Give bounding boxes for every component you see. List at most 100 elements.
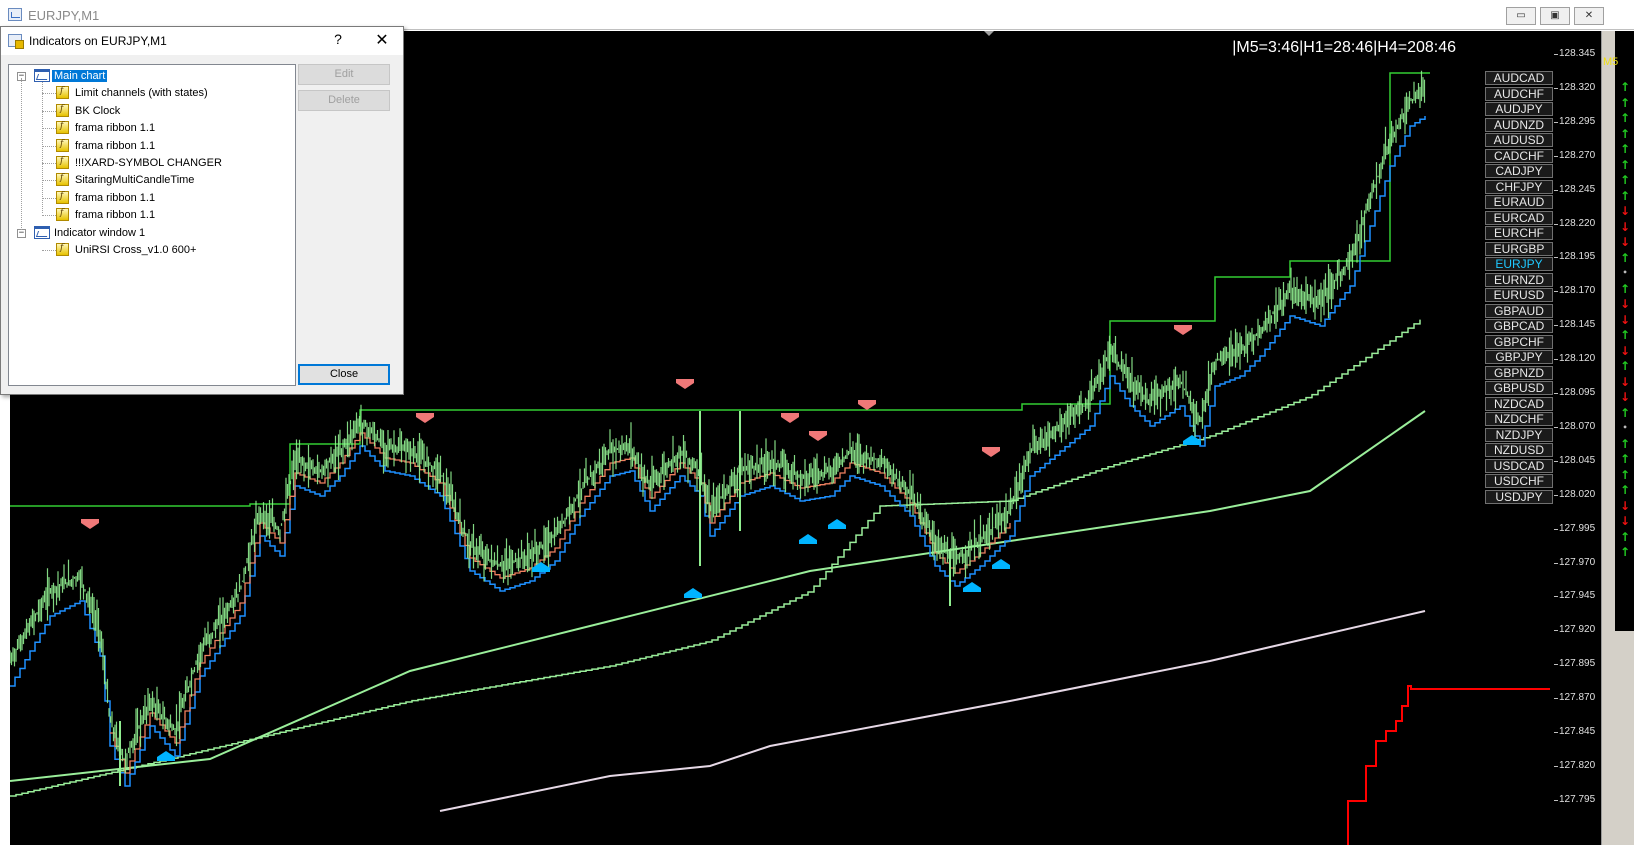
symbol-button-nzdjpy[interactable]: NZDJPY: [1485, 427, 1553, 442]
symbol-button-usdcad[interactable]: USDCAD: [1485, 458, 1553, 473]
strength-arrow-down-icon: ↓: [1619, 219, 1631, 234]
strength-arrow-up-icon: ↑: [1619, 529, 1631, 544]
price-tick-mark: [1554, 426, 1558, 428]
price-tick-label: 127.995: [1559, 522, 1596, 534]
price-tick-mark: [1554, 54, 1558, 55]
symbol-button-usdchf[interactable]: USDCHF: [1485, 474, 1553, 488]
custom-indicator-icon: [56, 103, 69, 117]
symbol-button-audjpy[interactable]: AUDJPY: [1485, 102, 1553, 116]
strength-arrow-down-icon: ↓: [1619, 498, 1631, 513]
symbol-button-gbpcad[interactable]: GBPCAD: [1485, 319, 1553, 333]
price-tick-label: 128.120: [1559, 353, 1596, 365]
strength-arrow-flat-icon: •: [1622, 268, 1628, 277]
price-tick-label: 128.170: [1559, 285, 1596, 297]
tree-node-label: !!!XARD-SYMBOL CHANGER: [75, 157, 222, 169]
buy-signal-icon: [963, 582, 981, 592]
symbol-button-audcad[interactable]: AUDCAD: [1485, 71, 1553, 85]
sell-signal-icon: [982, 447, 1000, 457]
timeframe-label: M5: [1603, 56, 1619, 68]
indicator-tree[interactable]: −Main chartLimit channels (with states) B…: [8, 64, 296, 386]
tree-window-node[interactable]: − Indicator window 1: [9, 225, 295, 242]
price-tick-mark: [1554, 765, 1558, 767]
price-tick-label: 127.870: [1559, 692, 1596, 704]
restore-button[interactable]: ▣: [1540, 7, 1570, 25]
price-tick-label: 128.295: [1559, 115, 1596, 127]
symbol-button-cadchf[interactable]: CADCHF: [1485, 148, 1553, 163]
minimize-button[interactable]: ▭: [1506, 7, 1536, 25]
price-tick-mark: [1554, 325, 1558, 327]
tree-indicator-node[interactable]: frama ribbon 1.1: [9, 120, 295, 137]
tree-connector: [42, 145, 56, 147]
price-tick-label: 128.220: [1559, 217, 1596, 229]
tree-node-label: SitaringMultiCandleTime: [75, 174, 195, 187]
price-tick-mark: [1554, 393, 1558, 394]
tree-connector: [42, 180, 56, 182]
tree-indicator-node[interactable]: Limit channels (with states): [9, 85, 295, 102]
sell-signal-icon: [81, 519, 99, 529]
price-tick-mark: [1554, 799, 1558, 801]
symbol-button-gbpnzd[interactable]: GBPNZD: [1485, 365, 1553, 380]
edit-button[interactable]: Edit: [298, 64, 390, 85]
symbol-button-nzdusd[interactable]: NZDUSD: [1485, 443, 1553, 457]
symbol-button-audchf[interactable]: AUDCHF: [1485, 86, 1553, 101]
strength-arrow-down-icon: ↓: [1619, 204, 1631, 218]
close-button[interactable]: Close: [298, 364, 390, 385]
symbol-button-eurjpy[interactable]: EURJPY: [1485, 257, 1553, 271]
symbol-button-audnzd[interactable]: AUDNZD: [1485, 117, 1553, 132]
candle-time-readout: |M5=3:46|H1=28:46|H4=208:46: [1232, 39, 1456, 56]
symbol-button-audusd[interactable]: AUDUSD: [1485, 133, 1553, 147]
tree-node-label: frama ribbon 1.1: [75, 122, 156, 135]
sell-signal-icon: [416, 413, 434, 423]
tree-connector: [42, 163, 56, 164]
symbol-button-eurusd[interactable]: EURUSD: [1485, 288, 1553, 302]
chart-window-icon: [34, 225, 50, 239]
symbol-button-eurgbp[interactable]: EURGBP: [1485, 241, 1553, 256]
price-tick-mark: [1554, 698, 1558, 700]
custom-indicator-icon: [56, 86, 69, 100]
custom-indicator-icon: [56, 156, 69, 169]
tree-node-label: BK Clock: [75, 104, 121, 117]
strength-indicator-strip: ↑ ↑ ↑ ↑ ↑ ↑ ↑ ↑ ↓ ↓ ↓ ↑ • ↑ ↓ ↓ ↑ ↓ ↑ ↓ ↓ ↑ • ↑ ↑ ↑ ↑ ↓ ↓ ↑ ↑ M5: [1601, 31, 1634, 845]
buy-signal-icon: [157, 751, 175, 761]
tree-indicator-node[interactable]: !!!XARD-SYMBOL CHANGER: [9, 155, 295, 172]
symbol-button-usdjpy[interactable]: USDJPY: [1485, 489, 1553, 504]
chart-window-icon: [34, 69, 50, 82]
price-tick-mark: [1554, 155, 1558, 157]
tree-indicator-node[interactable]: UniRSI Cross_v1.0 600+: [9, 242, 295, 259]
custom-indicator-icon: [56, 190, 69, 204]
symbol-button-gbpusd[interactable]: GBPUSD: [1485, 381, 1553, 395]
chart-window-icon: [8, 8, 22, 21]
tree-indicator-node[interactable]: frama ribbon 1.1: [9, 190, 295, 207]
tree-indicator-node[interactable]: frama ribbon 1.1: [9, 207, 295, 224]
custom-indicator-icon: [56, 173, 69, 187]
help-button[interactable]: ?: [331, 31, 345, 47]
strength-arrow-up-icon: ↑: [1619, 157, 1631, 172]
symbol-button-eurnzd[interactable]: EURNZD: [1485, 272, 1553, 287]
dialog-close-icon[interactable]: ✕: [374, 30, 390, 49]
tree-connector: [42, 128, 56, 130]
symbol-button-euraud[interactable]: EURAUD: [1485, 195, 1553, 209]
symbol-button-gbpjpy[interactable]: GBPJPY: [1485, 350, 1553, 364]
tree-indicator-node[interactable]: SitaringMultiCandleTime: [9, 172, 295, 189]
symbol-button-gbpchf[interactable]: GBPCHF: [1485, 334, 1553, 349]
collapse-toggle[interactable]: −: [17, 228, 26, 238]
tree-window-node[interactable]: − Main chart: [9, 68, 295, 85]
symbol-button-nzdcad[interactable]: NZDCAD: [1485, 396, 1553, 411]
symbol-button-chfjpy[interactable]: CHFJPY: [1485, 179, 1553, 194]
buy-signal-icon: [684, 588, 702, 598]
tree-indicator-node[interactable]: frama ribbon 1.1: [9, 138, 295, 155]
delete-button[interactable]: Delete: [298, 90, 390, 111]
symbol-button-gbpaud[interactable]: GBPAUD: [1485, 303, 1553, 318]
strength-arrow-up-icon: ↑: [1619, 545, 1631, 559]
strength-arrow-up-icon: ↑: [1619, 95, 1631, 110]
symbol-button-eurcad[interactable]: EURCAD: [1485, 210, 1553, 225]
symbol-button-cadjpy[interactable]: CADJPY: [1485, 164, 1553, 178]
price-tick-label: 128.045: [1559, 454, 1596, 466]
tree-indicator-node[interactable]: BK Clock: [9, 103, 295, 120]
close-window-button[interactable]: ✕: [1574, 7, 1604, 25]
symbol-button-eurchf[interactable]: EURCHF: [1485, 226, 1553, 240]
sell-signal-icon: [781, 413, 799, 423]
custom-indicator-icon: [56, 121, 69, 135]
price-tick-label: 128.145: [1559, 319, 1596, 331]
symbol-button-nzdchf[interactable]: NZDCHF: [1485, 412, 1553, 426]
